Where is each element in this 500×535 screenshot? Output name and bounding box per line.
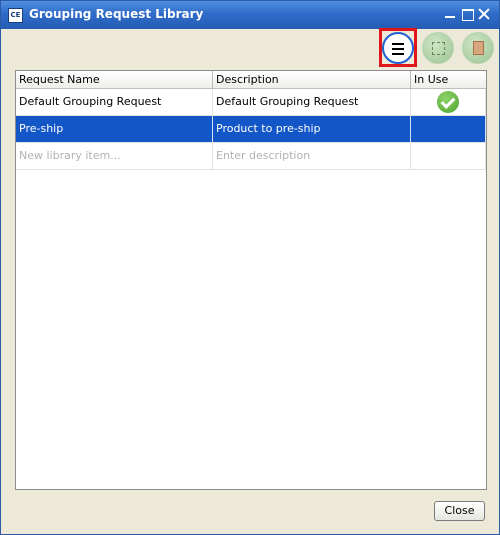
table-row[interactable]: Default Grouping Request Default Groupin…: [16, 89, 486, 116]
check-icon: [437, 91, 459, 113]
new-library-item-input[interactable]: New library item...: [16, 143, 213, 169]
new-description-input[interactable]: Enter description: [213, 143, 411, 169]
library-table: Request Name Description In Use Default …: [15, 70, 487, 490]
description-cell[interactable]: Product to pre-ship: [213, 116, 411, 142]
close-window-button[interactable]: [477, 7, 491, 21]
table-header: Request Name Description In Use: [16, 71, 486, 89]
description-cell[interactable]: Default Grouping Request: [213, 89, 411, 115]
column-header-request-name[interactable]: Request Name: [16, 71, 213, 89]
window-title: Grouping Request Library: [29, 7, 204, 21]
title-bar[interactable]: CE Grouping Request Library: [1, 1, 499, 29]
selection-frame-icon[interactable]: [422, 32, 454, 64]
column-header-in-use[interactable]: In Use: [411, 71, 486, 89]
request-name-cell[interactable]: Pre-ship: [16, 116, 213, 142]
hamburger-menu-icon[interactable]: [382, 32, 414, 64]
table-row-selected[interactable]: Pre-ship Product to pre-ship: [16, 116, 486, 143]
close-button[interactable]: Close: [434, 501, 485, 521]
maximize-button[interactable]: [460, 7, 474, 21]
request-name-cell[interactable]: Default Grouping Request: [16, 89, 213, 115]
app-icon: CE: [8, 8, 23, 23]
in-use-cell[interactable]: [411, 143, 486, 169]
package-box-icon[interactable]: [462, 32, 494, 64]
minimize-button[interactable]: [443, 7, 457, 21]
column-header-description[interactable]: Description: [213, 71, 411, 89]
grouping-request-library-window: CE Grouping Request Library Request Name…: [0, 0, 500, 535]
in-use-cell[interactable]: [411, 89, 486, 115]
new-item-row[interactable]: New library item... Enter description: [16, 143, 486, 170]
in-use-cell[interactable]: [411, 116, 486, 142]
